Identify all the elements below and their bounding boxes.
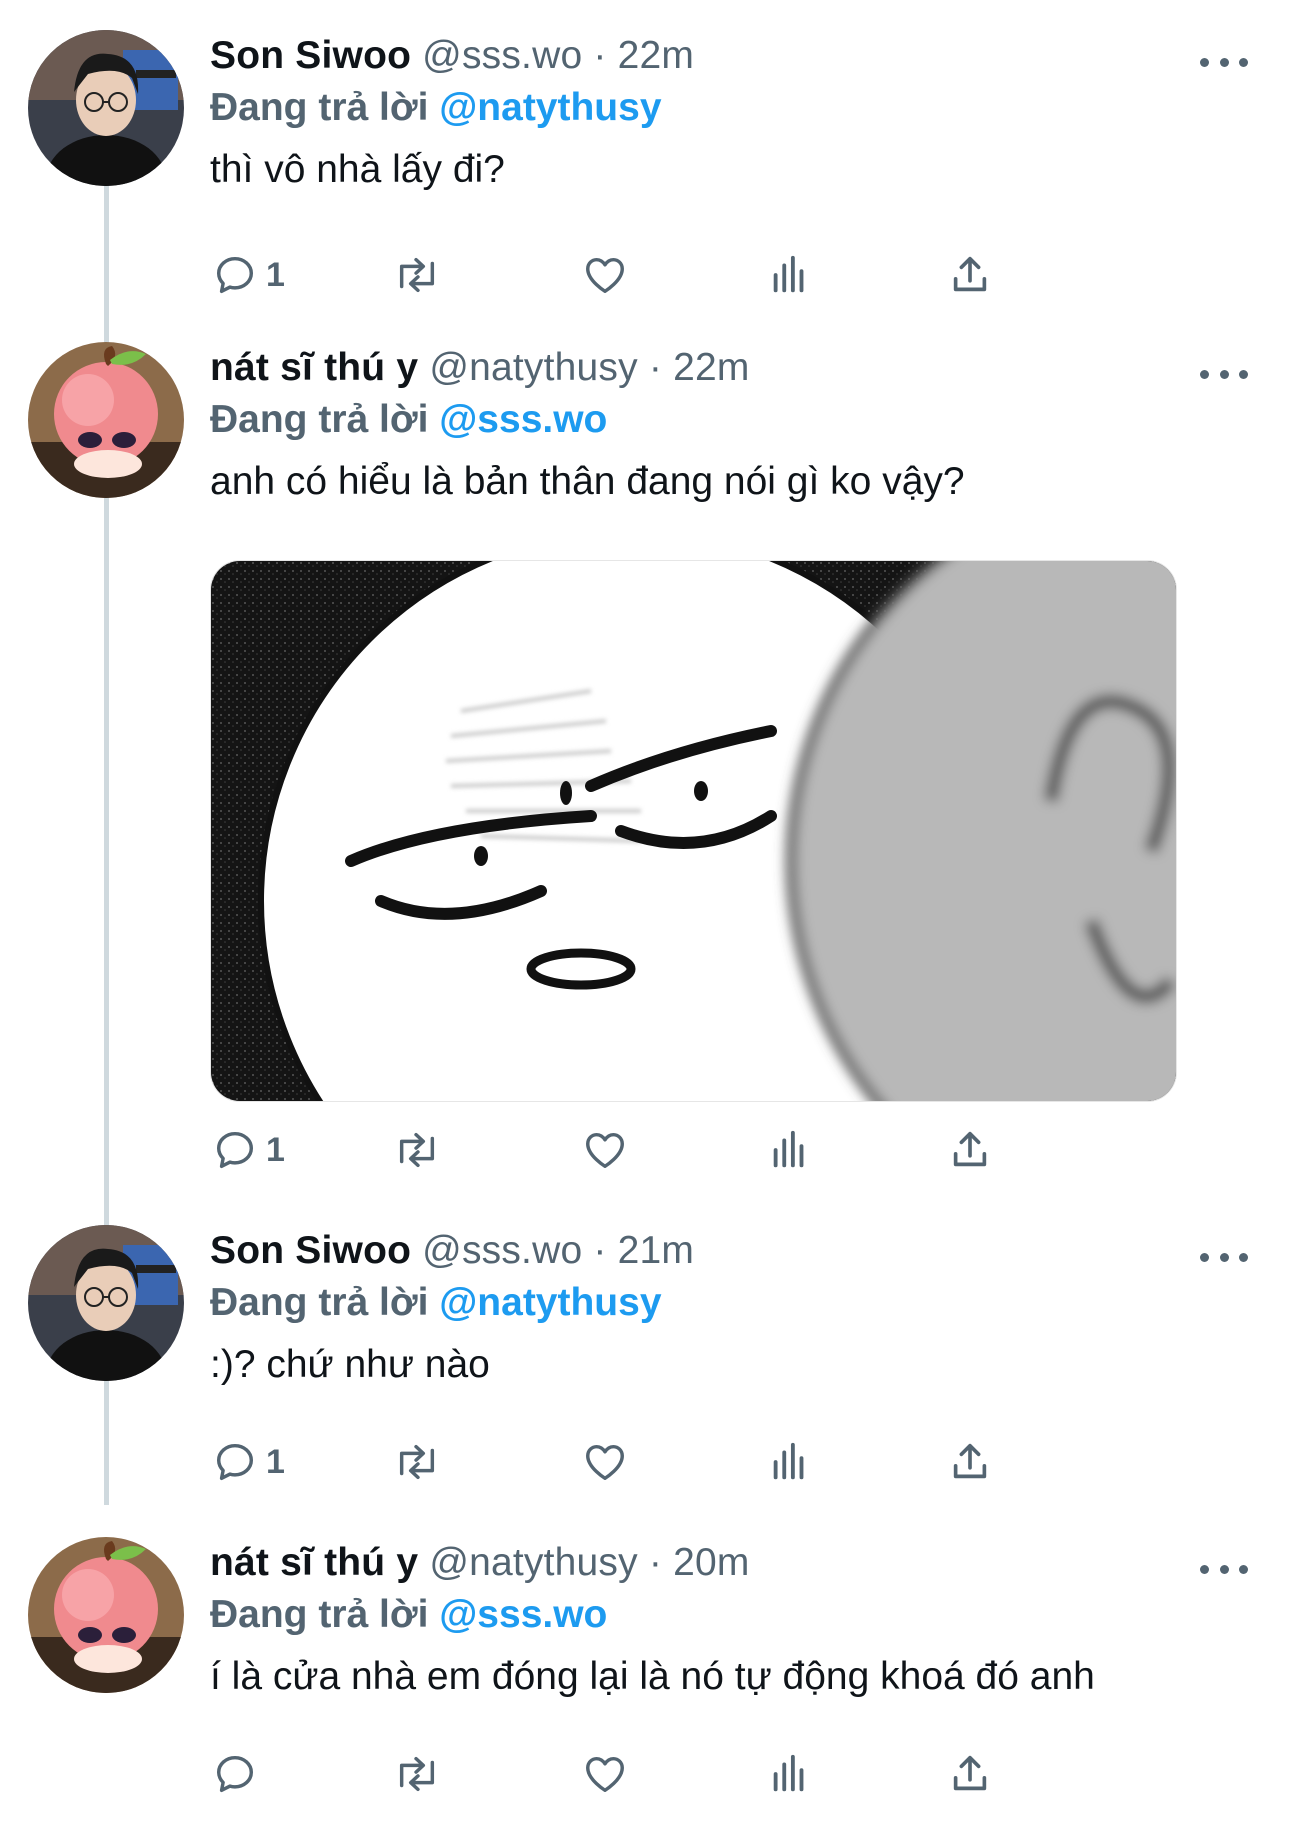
tweet-text: thì vô nhà lấy đi? bbox=[210, 148, 505, 191]
more-icon[interactable] bbox=[1200, 1557, 1248, 1581]
reply-icon bbox=[216, 1131, 254, 1169]
reply-prefix: Đang trả lời bbox=[210, 1593, 429, 1636]
like-button[interactable] bbox=[582, 1122, 628, 1178]
retweet-icon bbox=[399, 1132, 435, 1168]
reply-prefix: Đang trả lời bbox=[210, 398, 429, 441]
user-handle[interactable]: @natythusy bbox=[429, 1541, 638, 1584]
more-icon[interactable] bbox=[1200, 50, 1248, 74]
user-handle[interactable]: @natythusy bbox=[429, 346, 638, 389]
share-button[interactable] bbox=[947, 1434, 993, 1490]
retweet-icon bbox=[399, 1444, 435, 1480]
retweet-button[interactable] bbox=[392, 1746, 442, 1802]
reply-to-link[interactable]: @sss.wo bbox=[439, 1593, 607, 1636]
reply-prefix: Đang trả lời bbox=[210, 86, 429, 129]
reply-to-link[interactable]: @natythusy bbox=[439, 1281, 661, 1324]
tweet-text: anh có hiểu là bản thân đang nói gì ko v… bbox=[210, 460, 965, 503]
views-button[interactable] bbox=[767, 1122, 813, 1178]
more-icon[interactable] bbox=[1200, 362, 1248, 386]
share-icon bbox=[953, 1131, 987, 1167]
retweet-button[interactable] bbox=[392, 1434, 442, 1490]
reply-prefix: Đang trả lời bbox=[210, 1281, 429, 1324]
views-icon bbox=[773, 1130, 804, 1168]
like-icon bbox=[586, 1132, 624, 1169]
avatar[interactable] bbox=[28, 1537, 184, 1693]
views-button[interactable] bbox=[767, 1434, 813, 1490]
tweet-text: í là cửa nhà em đóng lại là nó tự động k… bbox=[210, 1655, 1095, 1698]
like-icon bbox=[586, 1444, 624, 1481]
reply-count: 1 bbox=[266, 1442, 285, 1481]
share-icon bbox=[953, 1443, 987, 1479]
views-icon bbox=[773, 1442, 804, 1480]
more-icon[interactable] bbox=[1200, 1245, 1248, 1269]
retweet-icon bbox=[399, 257, 435, 293]
share-icon bbox=[953, 1755, 987, 1791]
timestamp[interactable]: 21m bbox=[618, 1229, 694, 1272]
display-name[interactable]: nát sĩ thú y bbox=[210, 1541, 418, 1584]
reply-button[interactable]: 1 bbox=[212, 1122, 285, 1178]
reply-button[interactable]: 1 bbox=[212, 1434, 285, 1490]
avatar[interactable] bbox=[28, 30, 184, 186]
reply-count: 1 bbox=[266, 1130, 285, 1169]
views-icon bbox=[773, 255, 804, 293]
views-icon bbox=[773, 1754, 804, 1792]
retweet-button[interactable] bbox=[392, 247, 442, 303]
avatar[interactable] bbox=[28, 1225, 184, 1381]
tweet-text: :)? chứ như nào bbox=[210, 1343, 490, 1386]
tweet-media-image[interactable] bbox=[210, 560, 1177, 1102]
share-button[interactable] bbox=[947, 1746, 993, 1802]
reply-icon bbox=[216, 256, 254, 294]
separator: · bbox=[593, 1229, 607, 1272]
display-name[interactable]: Son Siwoo bbox=[210, 1229, 411, 1272]
timestamp[interactable]: 22m bbox=[618, 34, 694, 77]
timestamp[interactable]: 22m bbox=[673, 346, 749, 389]
tweet-actions: 1 bbox=[212, 1122, 1132, 1178]
separator: · bbox=[648, 346, 663, 389]
separator: · bbox=[648, 1541, 663, 1584]
like-button[interactable] bbox=[582, 247, 628, 303]
reply-to-link[interactable]: @natythusy bbox=[439, 86, 661, 129]
like-icon bbox=[586, 257, 624, 294]
views-button[interactable] bbox=[767, 1746, 813, 1802]
avatar[interactable] bbox=[28, 342, 184, 498]
timestamp[interactable]: 20m bbox=[673, 1541, 749, 1584]
like-button[interactable] bbox=[582, 1434, 628, 1490]
like-button[interactable] bbox=[582, 1746, 628, 1802]
reply-button[interactable]: 1 bbox=[212, 247, 285, 303]
views-button[interactable] bbox=[767, 247, 813, 303]
tweet-actions bbox=[212, 1746, 1132, 1802]
share-icon bbox=[953, 256, 987, 292]
retweet-icon bbox=[399, 1756, 435, 1792]
user-handle[interactable]: @sss.wo bbox=[422, 1229, 582, 1272]
tweet-actions: 1 bbox=[212, 1434, 1132, 1490]
display-name[interactable]: nát sĩ thú y bbox=[210, 346, 418, 389]
reply-icon bbox=[216, 1443, 254, 1481]
reply-to-link[interactable]: @sss.wo bbox=[439, 398, 607, 441]
display-name[interactable]: Son Siwoo bbox=[210, 34, 411, 77]
user-handle[interactable]: @sss.wo bbox=[422, 34, 582, 77]
share-button[interactable] bbox=[947, 247, 993, 303]
separator: · bbox=[593, 34, 607, 77]
tweet-actions: 1 bbox=[212, 247, 1132, 303]
reply-icon bbox=[216, 1755, 254, 1793]
reply-count: 1 bbox=[266, 255, 285, 294]
share-button[interactable] bbox=[947, 1122, 993, 1178]
retweet-button[interactable] bbox=[392, 1122, 442, 1178]
like-icon bbox=[586, 1756, 624, 1793]
reply-button[interactable] bbox=[212, 1746, 266, 1802]
